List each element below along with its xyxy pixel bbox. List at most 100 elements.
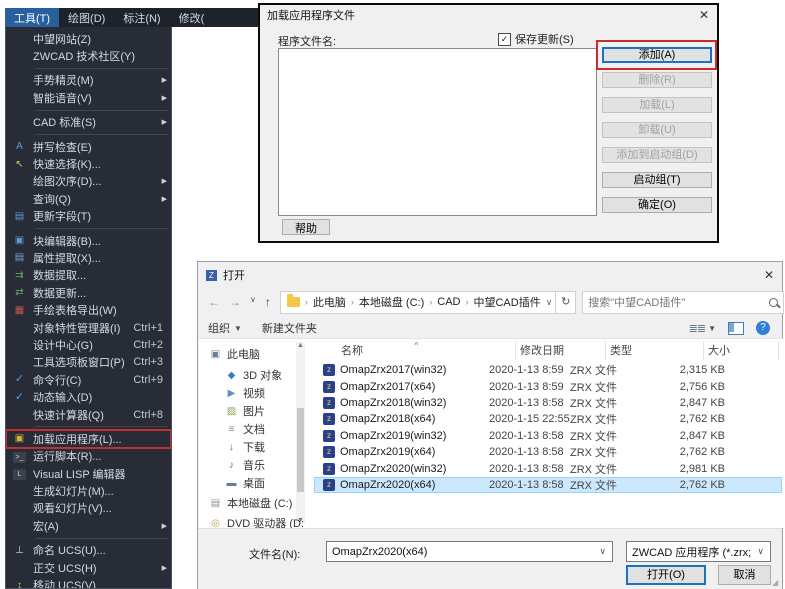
menu-item-22[interactable]: ✓命令行(C)Ctrl+9 (6, 371, 171, 388)
load-dialog-titlebar[interactable]: 加载应用程序文件 ✕ (260, 5, 717, 25)
column-header-size[interactable]: 大小 (704, 341, 779, 360)
file-row-5[interactable]: zOmapZrx2019(x64)2020-1-13 8:58ZRX 文件2,7… (314, 444, 782, 460)
file-row-4[interactable]: zOmapZrx2019(win32)2020-1-13 8:58ZRX 文件2… (314, 428, 782, 444)
menu-item-6[interactable]: CAD 标准(S)▶ (6, 114, 171, 131)
history-caret-icon[interactable]: ∨ (250, 295, 256, 309)
sidebar-item-6[interactable]: ♪音乐 (225, 457, 265, 473)
menu-item-35[interactable]: ↕移动 UCS(V) (6, 576, 171, 589)
menu-item-1[interactable]: ZWCAD 技术社区(Y) (6, 47, 171, 64)
up-icon[interactable]: ↑ (265, 295, 271, 309)
menu-item-15[interactable]: ▤属性提取(X)... (6, 249, 171, 266)
resize-grip[interactable]: ◢ (772, 579, 780, 587)
file-type: ZRX 文件 (570, 411, 659, 427)
menu-item-18[interactable]: ▦手绘表格导出(W) (6, 301, 171, 318)
search-input[interactable]: 搜索"中望CAD插件" (582, 291, 784, 314)
menu-item-21[interactable]: 工具选项板窗口(P)Ctrl+3 (6, 354, 171, 371)
filename-combobox[interactable]: ∨ (326, 541, 613, 562)
menu-item-3[interactable]: 手势精灵(M)▶ (6, 72, 171, 89)
breadcrumb[interactable]: ›此电脑›本地磁盘 (C:)›CAD›中望CAD插件∨ (280, 291, 556, 314)
menu-item-28[interactable]: LVisual LISP 编辑器 (6, 465, 171, 482)
menu-item-29[interactable]: 生成幻灯片(M)... (6, 482, 171, 499)
help-button[interactable]: 帮助 (282, 219, 330, 235)
close-icon[interactable]: ✕ (756, 268, 782, 282)
file-row-7[interactable]: zOmapZrx2020(x64)2020-1-13 8:58ZRX 文件2,7… (314, 477, 782, 493)
program-files-listbox[interactable] (278, 48, 597, 216)
filename-input[interactable] (327, 546, 593, 558)
close-icon[interactable]: ✕ (691, 8, 717, 22)
menu-item-23[interactable]: ✓动态输入(D) (6, 388, 171, 405)
menu-item-11[interactable]: 查询(Q)▶ (6, 190, 171, 207)
menu-item-10[interactable]: 绘图次序(D)...▶ (6, 173, 171, 190)
scroll-up-icon[interactable]: ▲ (296, 342, 305, 349)
sidebar-scrollbar[interactable]: ▲ ▼ (296, 342, 305, 524)
menu-item-26[interactable]: ▣加载应用程序(L)... (6, 430, 171, 447)
sidebar-item-0[interactable]: ▣此电脑 (209, 346, 260, 362)
menu-item-16[interactable]: ⇉数据提取... (6, 267, 171, 284)
file-row-3[interactable]: zOmapZrx2018(x64)2020-1-15 22:55ZRX 文件2,… (314, 411, 782, 427)
menu-item-34[interactable]: 正交 UCS(H)▶ (6, 559, 171, 576)
file-row-1[interactable]: zOmapZrx2017(x64)2020-1-13 8:59ZRX 文件2,7… (314, 378, 782, 394)
scrollbar-thumb[interactable] (297, 408, 304, 492)
menu-item-0[interactable]: 中望网站(Z) (6, 30, 171, 47)
back-icon[interactable]: ← (208, 295, 220, 309)
help-icon[interactable]: ? (756, 321, 770, 335)
open-button[interactable]: 打开(O) (626, 565, 706, 585)
breadcrumb-segment-0[interactable]: 此电脑 (310, 294, 349, 310)
sidebar-item-3[interactable]: ▨图片 (225, 403, 265, 419)
menubar-item-2[interactable]: 标注(N) (114, 8, 169, 27)
menu-item-14[interactable]: ▣块编辑器(B)... (6, 232, 171, 249)
chevron-down-icon[interactable]: ∨ (593, 546, 612, 557)
documents-icon: ≡ (225, 424, 238, 435)
file-date: 2020-1-13 8:59 (489, 381, 570, 393)
sidebar-item-4[interactable]: ≡文档 (225, 421, 265, 437)
file-row-2[interactable]: zOmapZrx2018(win32)2020-1-13 8:58ZRX 文件2… (314, 395, 782, 411)
refresh-icon[interactable]: ↻ (556, 291, 576, 314)
menu-item-label: 手势精灵(M) (33, 72, 171, 88)
menu-item-27[interactable]: >_运行脚本(R)... (6, 448, 171, 465)
menubar-item-3[interactable]: 修改( (170, 8, 214, 27)
menu-item-8[interactable]: A拼写检查(E) (6, 138, 171, 155)
menu-item-24[interactable]: 快速计算器(Q)Ctrl+8 (6, 406, 171, 423)
menu-item-30[interactable]: 观看幻灯片(V)... (6, 500, 171, 517)
sidebar-item-8[interactable]: ▤本地磁盘 (C:) (209, 495, 292, 511)
dialog-button-5[interactable]: 启动组(T) (602, 172, 712, 188)
open-dialog-titlebar[interactable]: Z 打开 ✕ (198, 262, 782, 288)
sidebar-item-2[interactable]: ▶视频 (225, 385, 265, 401)
save-update-checkbox[interactable]: ✓ 保存更新(S) (498, 31, 574, 47)
local-disk-icon: ▤ (209, 498, 222, 509)
menubar-item-0[interactable]: 工具(T) (5, 8, 59, 27)
column-header-name[interactable]: 名称 ^ (314, 341, 516, 360)
menu-item-17[interactable]: ⇄数据更新... (6, 284, 171, 301)
load-application-icon: ▣ (6, 430, 33, 447)
breadcrumb-segment-1[interactable]: 本地磁盘 (C:) (356, 294, 427, 310)
filetype-combobox[interactable]: ZWCAD 应用程序 (*.zrx;*.lsp;* ∨ (626, 541, 771, 562)
organize-button[interactable]: 组织 ▼ (198, 320, 252, 336)
sidebar-item-7[interactable]: ▬桌面 (225, 475, 265, 491)
file-row-0[interactable]: zOmapZrx2017(win32)2020-1-13 8:59ZRX 文件2… (314, 362, 782, 378)
menu-item-31[interactable]: 宏(A)▶ (6, 517, 171, 534)
menu-item-9[interactable]: ↖快速选择(K)... (6, 155, 171, 172)
forward-icon[interactable]: → (229, 295, 241, 309)
breadcrumb-segment-2[interactable]: CAD (434, 296, 463, 308)
view-mode-button[interactable]: ≣≣ ▼ (689, 322, 716, 335)
menu-item-19[interactable]: 对象特性管理器(I)Ctrl+1 (6, 319, 171, 336)
dialog-button-6[interactable]: 确定(O) (602, 197, 712, 213)
menu-item-4[interactable]: 智能语音(V)▶ (6, 89, 171, 106)
sidebar-item-1[interactable]: ◆3D 对象 (225, 367, 282, 383)
file-row-6[interactable]: zOmapZrx2020(win32)2020-1-13 8:58ZRX 文件2… (314, 460, 782, 476)
breadcrumb-segment-3[interactable]: 中望CAD插件 (470, 294, 543, 310)
column-header-type[interactable]: 类型 (606, 341, 704, 360)
menu-item-12[interactable]: ▤更新字段(T) (6, 208, 171, 225)
chevron-down-icon[interactable]: ∨ (546, 297, 553, 308)
sidebar-item-5[interactable]: ↓下载 (225, 439, 265, 455)
menu-item-20[interactable]: 设计中心(G)Ctrl+2 (6, 336, 171, 353)
file-type: ZRX 文件 (570, 461, 659, 477)
new-folder-button[interactable]: 新建文件夹 (252, 320, 327, 336)
column-header-date[interactable]: 修改日期 (516, 341, 606, 360)
dialog-button-0[interactable]: 添加(A) (602, 47, 712, 63)
menu-item-33[interactable]: ⊥命名 UCS(U)... (6, 542, 171, 559)
menubar-item-1[interactable]: 绘图(D) (59, 8, 114, 27)
cancel-button[interactable]: 取消 (718, 565, 771, 585)
zwcad-app-icon: Z (206, 270, 217, 281)
preview-pane-icon[interactable] (728, 322, 744, 335)
